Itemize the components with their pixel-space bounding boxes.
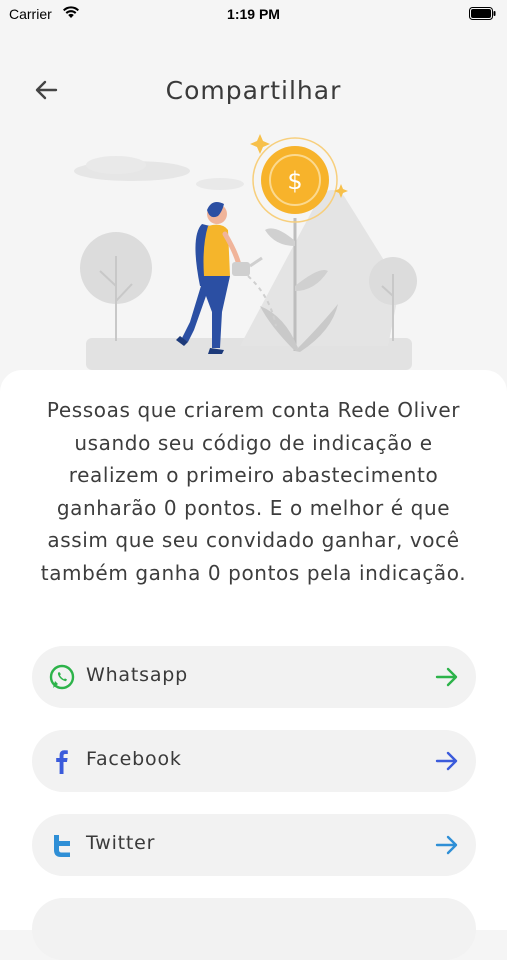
share-more-button[interactable] [32, 898, 476, 960]
arrow-right-icon [434, 665, 460, 689]
share-whatsapp-button[interactable]: Whatsapp [32, 646, 476, 708]
arrow-right-icon [434, 749, 460, 773]
clock-time: 1:19 PM [227, 6, 280, 22]
arrow-right-icon [434, 833, 460, 857]
twitter-label: Twitter [86, 832, 156, 854]
share-card: Pessoas que criarem conta Rede Oliver us… [0, 370, 507, 960]
twitter-icon [48, 831, 76, 859]
share-facebook-button[interactable]: Facebook [32, 730, 476, 792]
page-title: Compartilhar [165, 76, 342, 105]
svg-text:$: $ [287, 167, 302, 195]
share-twitter-button[interactable]: Twitter [32, 814, 476, 876]
facebook-label: Facebook [86, 748, 182, 770]
whatsapp-label: Whatsapp [86, 664, 188, 686]
whatsapp-icon [48, 663, 76, 691]
battery-icon [469, 7, 497, 24]
facebook-icon [48, 747, 76, 775]
header: Compartilhar [0, 60, 507, 120]
status-bar: Carrier 1:19 PM [0, 0, 507, 28]
referral-description: Pessoas que criarem conta Rede Oliver us… [40, 398, 467, 585]
referral-illustration: $ [70, 126, 430, 376]
